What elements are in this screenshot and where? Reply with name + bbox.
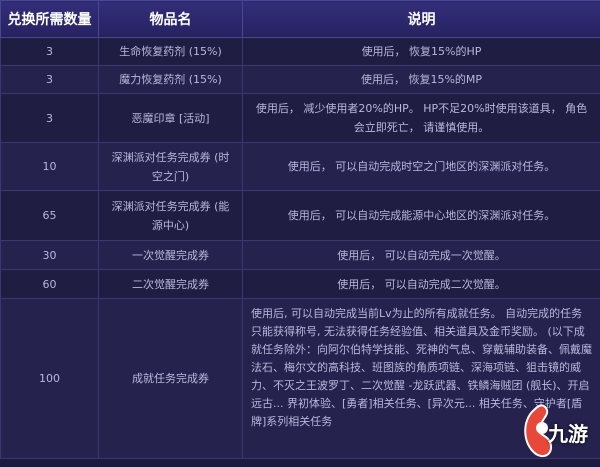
exchange-table: 兑换所需数量 物品名 说明 3 生命恢复药剂 (15%) 使用后， 恢复15%的… <box>0 0 600 459</box>
cell-qty: 60 <box>0 269 99 299</box>
cell-item-name: 二次觉醒完成券 <box>98 269 243 299</box>
table-row: 60 二次觉醒完成券 使用后， 可以自动完成二次觉醒。 <box>0 269 600 299</box>
cell-item-name: 生命恢复药剂 (15%) <box>98 37 243 66</box>
cell-description: 使用后， 可以自动完成能源中心地区的深渊派对任务。 <box>242 190 600 241</box>
logo-text: 九游 <box>548 422 588 446</box>
cell-description: 使用后， 恢复15%的HP <box>242 37 600 66</box>
header-row: 兑换所需数量 物品名 说明 <box>0 0 600 38</box>
watermark-text <box>454 400 514 420</box>
cell-description: 使用后， 可以自动完成二次觉醒。 <box>242 269 600 299</box>
cell-qty: 10 <box>0 142 99 191</box>
cell-qty: 3 <box>0 93 99 143</box>
table-row: 3 恶魔印章 [活动] 使用后， 减少使用者20%的HP。 HP不足20%时使用… <box>0 93 600 143</box>
cell-item-name: 魔力恢复药剂 (15%) <box>98 65 243 94</box>
cell-qty: 30 <box>0 240 99 270</box>
table-row: 3 魔力恢复药剂 (15%) 使用后， 恢复15%的MP <box>0 65 600 94</box>
cell-qty: 65 <box>0 190 99 241</box>
table-row: 10 深渊派对任务完成券 (时空之门) 使用后， 可以自动完成时空之门地区的深渊… <box>0 142 600 191</box>
header-item-name: 物品名 <box>98 0 243 38</box>
cell-item-name: 深渊派对任务完成券 (能源中心) <box>98 190 243 241</box>
header-description: 说明 <box>242 0 600 38</box>
cell-item-name: 成就任务完成券 <box>98 298 243 459</box>
table-row: 3 生命恢复药剂 (15%) 使用后， 恢复15%的HP <box>0 37 600 66</box>
cell-description: 使用后， 恢复15%的MP <box>242 65 600 94</box>
header-qty: 兑换所需数量 <box>0 0 99 38</box>
table-row: 65 深渊派对任务完成券 (能源中心) 使用后， 可以自动完成能源中心地区的深渊… <box>0 190 600 241</box>
cell-qty: 100 <box>0 298 99 459</box>
cell-description: 使用后， 可以自动完成一次觉醒。 <box>242 240 600 270</box>
cell-description: 使用后， 可以自动完成时空之门地区的深渊派对任务。 <box>242 142 600 191</box>
table-row: 30 一次觉醒完成券 使用后， 可以自动完成一次觉醒。 <box>0 240 600 270</box>
cell-qty: 3 <box>0 37 99 66</box>
cell-item-name: 恶魔印章 [活动] <box>98 93 243 143</box>
cell-item-name: 一次觉醒完成券 <box>98 240 243 270</box>
cell-item-name: 深渊派对任务完成券 (时空之门) <box>98 142 243 191</box>
cell-description: 使用后， 减少使用者20%的HP。 HP不足20%时使用该道具， 角色会立即死亡… <box>242 93 600 143</box>
cell-qty: 3 <box>0 65 99 94</box>
table-row: 100 成就任务完成券 使用后, 可以自动完成当前Lv为止的所有成就任务。 自动… <box>0 298 600 459</box>
